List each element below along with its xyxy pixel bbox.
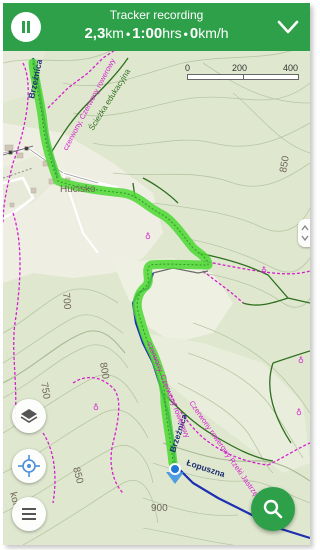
- expand-arrows-icon: [301, 224, 309, 242]
- place-label-hucisko: Hucisko: [60, 184, 96, 195]
- svg-text:♁: ♁: [296, 408, 302, 417]
- scale-bar: 0 200 400: [185, 63, 299, 83]
- separator: •: [183, 27, 188, 41]
- locate-icon: [18, 455, 40, 477]
- tracker-header: Tracker recording 2,3km • 1:00hrs • 0km/h: [3, 3, 310, 51]
- svg-text:♁: ♁: [93, 403, 99, 412]
- duration-value: 1:00: [132, 25, 163, 42]
- contour-label: 700: [60, 292, 72, 310]
- header-title: Tracker recording: [109, 8, 204, 22]
- svg-text:♁: ♁: [261, 266, 267, 275]
- menu-icon: [22, 508, 36, 520]
- contour-label: 900: [151, 503, 168, 514]
- svg-text:♁: ♁: [298, 356, 304, 365]
- search-icon: [263, 499, 283, 519]
- separator: •: [125, 27, 131, 41]
- search-button[interactable]: [251, 487, 295, 531]
- tracker-stats: 2,3km • 1:00hrs • 0km/h: [43, 25, 270, 42]
- collapse-button[interactable]: [274, 13, 302, 41]
- scale-label: 200: [232, 63, 248, 73]
- locate-button[interactable]: [12, 449, 46, 483]
- pause-button[interactable]: [11, 12, 41, 42]
- speed-unit: km/h: [198, 25, 229, 41]
- menu-button[interactable]: [12, 497, 46, 531]
- scale-label: 0: [185, 63, 191, 73]
- scale-label: 400: [283, 63, 299, 73]
- speed-value: 0: [189, 25, 199, 42]
- map-view[interactable]: ♁ ♁ ♁ ♁ ♁ Hucisko 850 700 800 750 850 90…: [3, 3, 310, 545]
- distance-value: 2,3: [84, 25, 106, 42]
- distance-unit: km: [105, 25, 124, 41]
- app-frame: ♁ ♁ ♁ ♁ ♁ Hucisko 850 700 800 750 850 90…: [3, 3, 310, 545]
- layers-button[interactable]: [12, 399, 46, 433]
- side-panel-handle[interactable]: [298, 219, 310, 247]
- duration-unit: hrs: [162, 25, 182, 41]
- scale-bar-graphic: [187, 74, 299, 80]
- layers-icon: [20, 409, 38, 423]
- svg-text:♁: ♁: [145, 232, 151, 241]
- chevron-down-icon: [277, 20, 299, 34]
